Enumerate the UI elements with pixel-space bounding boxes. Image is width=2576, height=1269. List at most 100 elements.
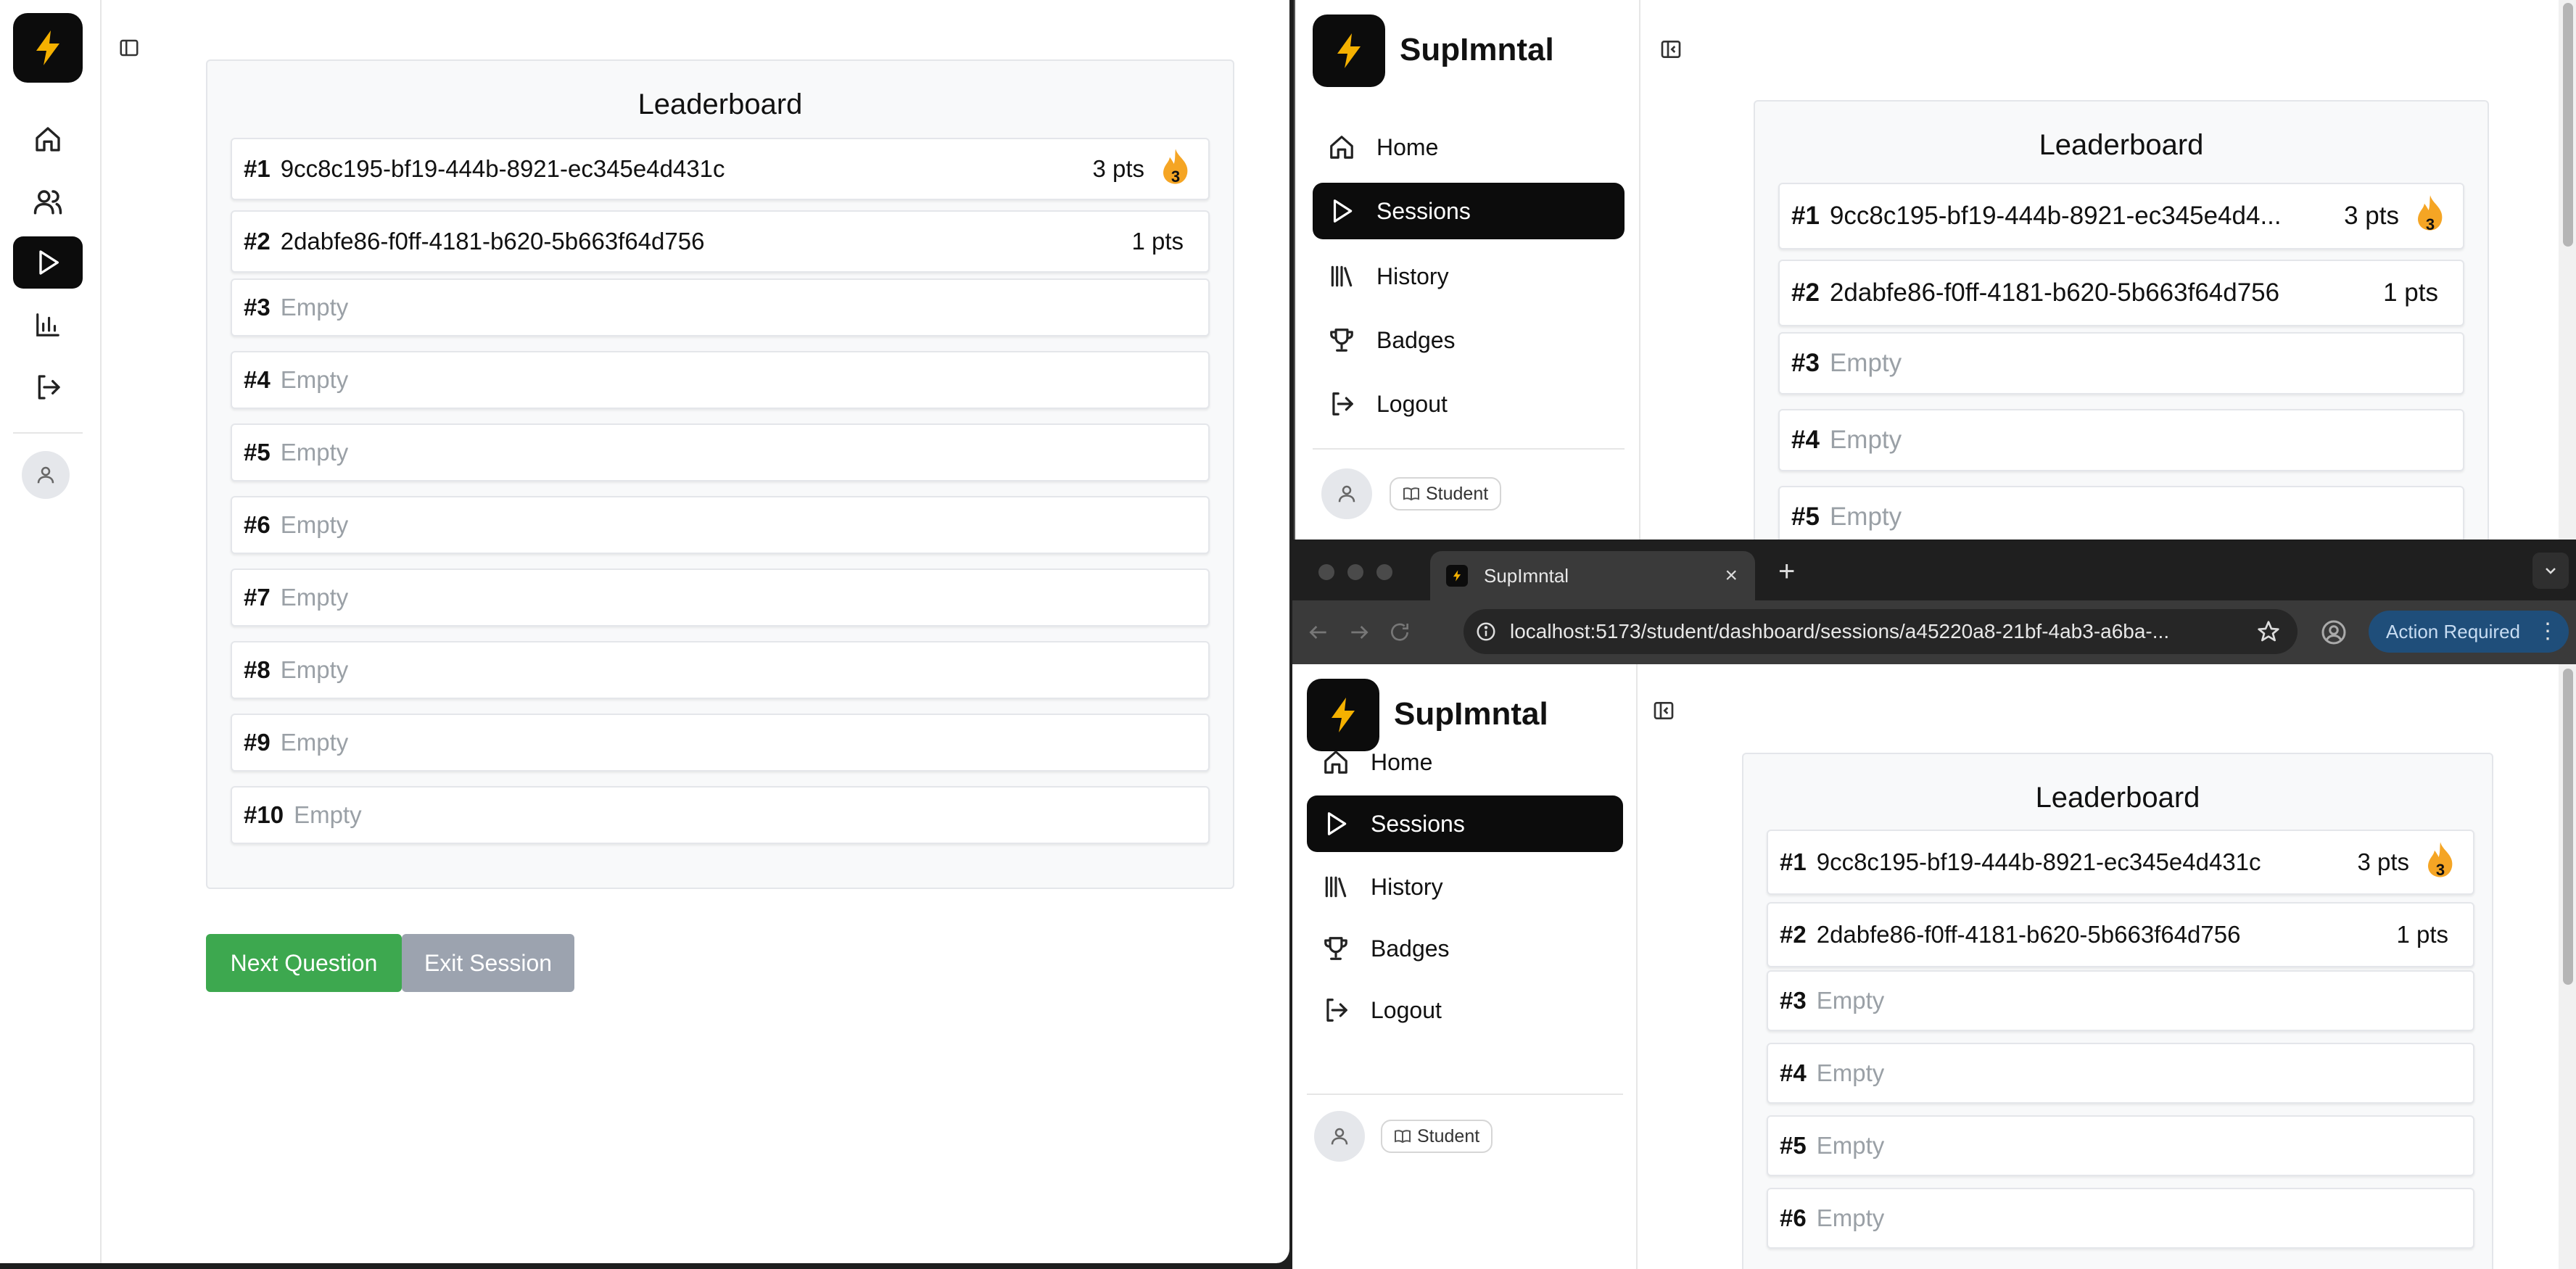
points-label: 3 pts [2344, 202, 2399, 230]
nav-item-label: Logout [1371, 996, 1442, 1023]
avatar[interactable] [22, 451, 70, 499]
leaderboard-row: #10 Empty [231, 786, 1210, 844]
leaderboard-row: #2 2dabfe86-f0ff-4181-b620-5b663f64d756 1 … [231, 210, 1210, 273]
rank-label: #5 [1780, 1132, 1807, 1159]
rank-label: #3 [244, 294, 271, 321]
nav-item-logout[interactable]: Logout [1313, 376, 1625, 432]
leaderboard-row: #5 Empty [1778, 486, 2464, 540]
nav-item-badges[interactable]: Badges [1313, 312, 1625, 368]
rank-label: #1 [244, 155, 271, 182]
nav-item-logout[interactable]: Logout [1307, 982, 1623, 1038]
empty-slot-label: Empty [280, 729, 349, 756]
rail-item-home[interactable] [13, 113, 83, 165]
window-teacher-session: Leaderboard #1 9cc8c195-bf19-444b-8921-ec… [0, 0, 1291, 1263]
rail-item-stats[interactable] [13, 299, 83, 351]
empty-slot-label: Empty [1829, 349, 1902, 377]
nav-item-label: Sessions [1371, 810, 1465, 837]
rail-item-logout[interactable] [13, 361, 83, 413]
rank-label: #4 [244, 366, 271, 393]
rank-label: #2 [1791, 278, 1820, 307]
info-icon[interactable] [1475, 621, 1497, 642]
action-required-button[interactable]: Action Required ⋮ [2369, 611, 2569, 653]
points-label: 3 pts [2357, 848, 2409, 875]
streak-badge: 3 [2424, 840, 2457, 885]
nav-item-label: Home [1371, 748, 1433, 775]
minimize-window-button[interactable] [1347, 564, 1363, 580]
panel-left-close-icon [1661, 41, 1681, 58]
next-question-button[interactable]: Next Question [206, 934, 402, 992]
points-label: 1 pts [1131, 228, 1184, 255]
library-icon [1325, 876, 1347, 898]
rank-label: #4 [1791, 426, 1820, 454]
lightning-bolt-icon [1337, 33, 1361, 68]
sidebar-toggle-button[interactable] [1651, 698, 1677, 724]
nav-item-sessions[interactable]: Sessions [1313, 183, 1625, 239]
browser-tab[interactable]: SupImntal × [1430, 551, 1755, 600]
streak-count: 3 [2435, 861, 2445, 880]
app-logo[interactable] [13, 13, 83, 83]
nav-item-sessions[interactable]: Sessions [1307, 795, 1623, 852]
trophy-icon [1324, 937, 1347, 960]
empty-slot-label: Empty [280, 366, 349, 393]
scrollbar[interactable] [2559, 0, 2576, 540]
nav-item-label: Home [1376, 133, 1439, 160]
library-icon [1331, 265, 1353, 287]
address-bar[interactable]: localhost:5173/student/dashboard/session… [1464, 609, 2298, 654]
sidebar-toggle-button[interactable] [116, 35, 142, 61]
scrollbar[interactable] [2559, 664, 2576, 1269]
tab-search-button[interactable] [2532, 553, 2569, 589]
role-label: Student [1426, 483, 1489, 504]
users-icon [33, 190, 62, 215]
empty-slot-label: Empty [280, 294, 349, 321]
leaderboard-row: #4 Empty [1767, 1043, 2474, 1104]
points-label: 1 pts [2396, 921, 2448, 948]
leaderboard-row: #9 Empty [231, 714, 1210, 772]
empty-slot-label: Empty [1829, 503, 1902, 531]
exit-session-button[interactable]: Exit Session [402, 934, 574, 992]
kebab-menu-icon[interactable]: ⋮ [2537, 621, 2559, 642]
leaderboard-row: #4 Empty [1778, 409, 2464, 471]
url-text: localhost:5173/student/dashboard/session… [1510, 620, 2170, 642]
nav-item-history[interactable]: History [1313, 248, 1625, 305]
back-arrow-icon[interactable] [1307, 621, 1330, 644]
leaderboard-panel: Leaderboard #1 9cc8c195-bf19-444b-8921-ec… [1742, 753, 2493, 1269]
close-tab-icon[interactable]: × [1725, 563, 1738, 588]
avatar[interactable] [1314, 1111, 1365, 1162]
rail-item-users[interactable] [13, 175, 83, 228]
action-required-label: Action Required [2386, 620, 2520, 642]
play-icon [1327, 812, 1347, 835]
bar-chart-icon [36, 313, 59, 336]
rail-item-sessions[interactable] [13, 236, 83, 289]
participant-id: 2dabfe86-f0ff-4181-b620-5b663f64d756 [1816, 921, 2241, 948]
close-window-button[interactable] [1318, 564, 1334, 580]
leaderboard-row: #3 Empty [1778, 332, 2464, 394]
panel-left-close-icon [1654, 702, 1674, 719]
streak-badge: 3 [2414, 194, 2447, 239]
nav-item-history[interactable]: History [1307, 859, 1623, 915]
sidebar-toggle-button[interactable] [1658, 36, 1684, 62]
scrollbar-thumb[interactable] [2563, 669, 2573, 985]
maximize-window-button[interactable] [1376, 564, 1392, 580]
scrollbar-thumb[interactable] [2563, 3, 2573, 247]
empty-slot-label: Empty [280, 511, 349, 538]
rank-label: #10 [244, 801, 284, 828]
collapsed-sidebar [0, 0, 102, 1263]
home-icon [36, 127, 60, 152]
browser-toolbar: localhost:5173/student/dashboard/session… [1292, 600, 2576, 664]
rank-label: #1 [1780, 848, 1807, 875]
new-tab-button[interactable]: + [1778, 555, 1795, 588]
forward-arrow-icon[interactable] [1347, 621, 1371, 644]
participant-id: 9cc8c195-bf19-444b-8921-ec345e4d431c [1816, 848, 2261, 875]
nav-item-badges[interactable]: Badges [1307, 920, 1623, 977]
app-logo[interactable] [1313, 15, 1385, 87]
participant-id: 2dabfe86-f0ff-4181-b620-5b663f64d756 [1829, 278, 2280, 307]
reload-icon[interactable] [1388, 621, 1411, 644]
empty-slot-label: Empty [280, 656, 349, 683]
nav-item-home[interactable]: Home [1313, 119, 1625, 175]
empty-slot-label: Empty [1816, 1132, 1885, 1159]
page-viewport: SupImntal Home Sessions History Badges Logou… [1292, 664, 2576, 1269]
bookmark-star-icon[interactable] [2257, 620, 2280, 643]
profile-icon[interactable] [2321, 619, 2347, 645]
nav-item-home[interactable]: Home [1307, 734, 1623, 790]
avatar[interactable] [1321, 468, 1372, 519]
